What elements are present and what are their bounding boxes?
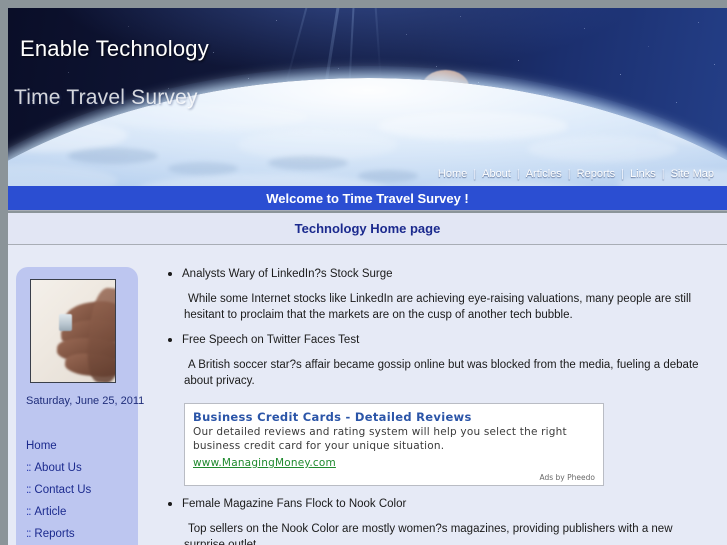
bullet-icon: :: (26, 484, 30, 496)
site-banner: Enable Technology Time Travel Survey Hom… (8, 8, 727, 186)
star (68, 72, 69, 73)
nav-link-articles[interactable]: Articles (525, 168, 563, 180)
bullet-icon: :: (26, 528, 30, 540)
sidebar-item-home[interactable]: Home (26, 435, 131, 457)
star (128, 26, 129, 27)
news-item: Free Speech on Twitter Faces Test A Briti… (158, 332, 713, 389)
sidebar-item-contact-us[interactable]: :: Contact Us (26, 479, 131, 501)
welcome-banner: Welcome to Time Travel Survey ! (8, 186, 727, 210)
nav-separator: | (468, 168, 481, 180)
sidebar-item-reports[interactable]: :: Reports (26, 523, 131, 545)
sidebar-navigation[interactable]: Home:: About Us:: Contact Us:: Article:: Rep… (26, 435, 131, 545)
star (276, 20, 277, 21)
star (620, 74, 621, 75)
news-blurb: Top sellers on the Nook Color are mostly… (158, 521, 713, 545)
sidebar-photo (30, 279, 116, 383)
ad-attribution: Ads by Pheedo (193, 473, 595, 482)
star (518, 60, 519, 61)
ad-description-line-2: business credit card for your unique sit… (193, 440, 595, 453)
cloud (138, 174, 388, 186)
held-object (59, 314, 72, 331)
cloud (528, 136, 678, 162)
news-blurb: A British soccer star?s affair became go… (158, 357, 713, 389)
star (584, 28, 585, 29)
nav-link-home[interactable]: Home (437, 168, 468, 180)
nav-link-reports[interactable]: Reports (576, 168, 617, 180)
company-name: Enable Technology (20, 36, 209, 62)
cloud (378, 112, 568, 140)
window-chrome-top (0, 0, 727, 8)
news-headline[interactable]: Female Magazine Fans Flock to Nook Color (158, 496, 713, 512)
star (714, 64, 715, 65)
page-title: Technology Home page (8, 213, 727, 244)
sidebar: Saturday, June 25, 2011 Home:: About Us::… (16, 267, 138, 545)
sidebar-item-label: Article (34, 506, 66, 518)
sidebar-item-label: Home (26, 440, 57, 452)
bullet-icon: :: (26, 506, 30, 518)
news-list: Analysts Wary of LinkedIn?s Stock Surge W… (158, 266, 713, 545)
star (406, 34, 407, 35)
news-item: Analysts Wary of LinkedIn?s Stock Surge W… (158, 266, 713, 323)
sidebar-item-article[interactable]: :: Article (26, 501, 131, 523)
bullet-icon: :: (26, 462, 30, 474)
site-title: Time Travel Survey (14, 86, 198, 110)
divider (8, 210, 727, 211)
landmass (68, 148, 158, 164)
current-date: Saturday, June 25, 2011 (26, 395, 144, 407)
landmass (168, 162, 238, 175)
sidebar-item-label: Reports (34, 528, 74, 540)
star (648, 46, 649, 47)
window-chrome-left (0, 0, 8, 545)
cloud (8, 164, 118, 186)
nav-separator: | (616, 168, 629, 180)
star (436, 66, 437, 67)
nav-separator: | (657, 168, 670, 180)
news-item: Female Magazine Fans Flock to Nook Color… (158, 496, 713, 545)
ad-url-link[interactable]: www.ManagingMoney.com (193, 457, 336, 469)
top-navigation[interactable]: Home | About | Articles | Reports | Links | Site M… (437, 168, 715, 180)
news-headline[interactable]: Analysts Wary of LinkedIn?s Stock Surge (158, 266, 713, 282)
nav-link-site-map[interactable]: Site Map (670, 168, 715, 180)
star (460, 16, 461, 17)
sidebar-item-label: Contact Us (34, 484, 91, 496)
landmass (268, 156, 348, 170)
nav-separator: | (512, 168, 525, 180)
star (698, 22, 699, 23)
ad-title[interactable]: Business Credit Cards - Detailed Reviews (193, 410, 595, 425)
news-headline[interactable]: Free Speech on Twitter Faces Test (158, 332, 713, 348)
main-column: Analysts Wary of LinkedIn?s Stock Surge W… (148, 245, 723, 545)
content-area: Saturday, June 25, 2011 Home:: About Us::… (8, 245, 727, 545)
ad-description-line-1: Our detailed reviews and rating system w… (193, 426, 595, 439)
sidebar-item-about-us[interactable]: :: About Us (26, 457, 131, 479)
nav-link-about[interactable]: About (481, 168, 512, 180)
star (213, 52, 214, 53)
sidebar-item-label: About Us (34, 462, 81, 474)
advertisement-box[interactable]: Business Credit Cards - Detailed Reviews… (184, 403, 604, 486)
nav-separator: | (563, 168, 576, 180)
news-blurb: While some Internet stocks like LinkedIn… (158, 291, 713, 323)
landmass (358, 170, 418, 182)
page-root: Enable Technology Time Travel Survey Hom… (0, 0, 727, 545)
nav-link-links[interactable]: Links (629, 168, 657, 180)
star (676, 102, 677, 103)
